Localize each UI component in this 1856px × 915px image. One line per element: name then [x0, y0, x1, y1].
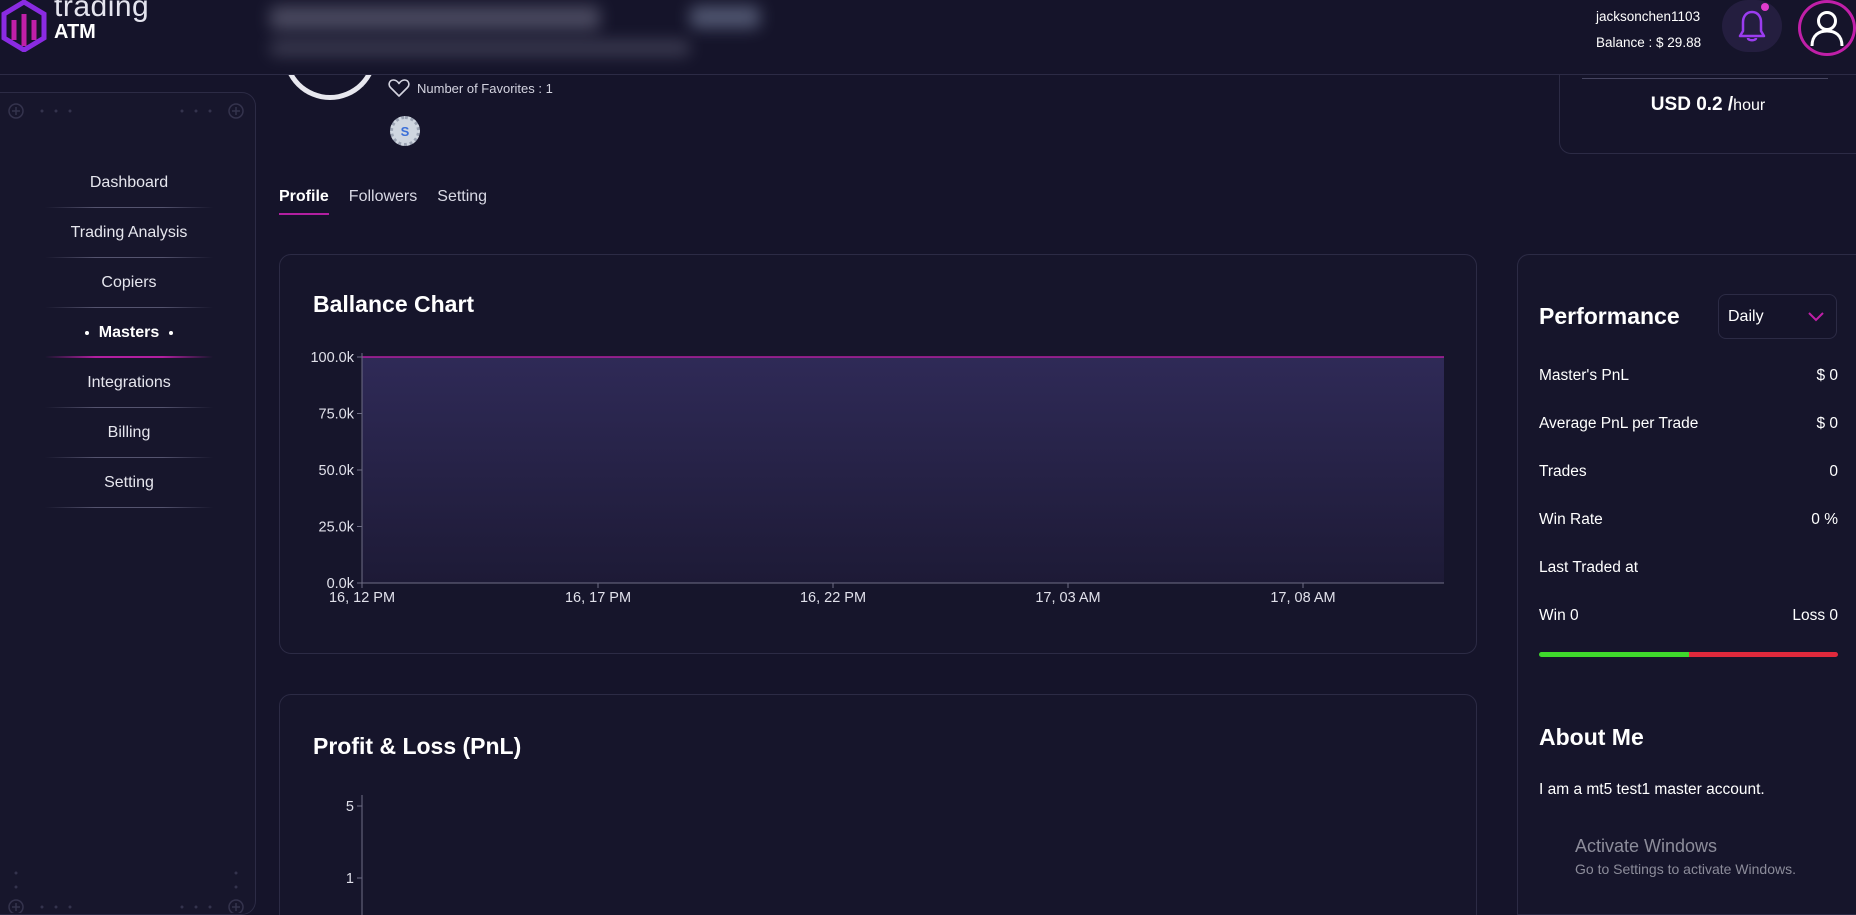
logo[interactable]: trading ATM: [0, 0, 149, 55]
balance-text: Balance : $ 29.88: [1596, 35, 1702, 50]
period-select-value: Daily: [1728, 307, 1764, 325]
sidebar-item-label: Setting: [104, 474, 154, 491]
watermark-line2: Go to Settings to activate Windows.: [1575, 861, 1796, 877]
watermark-line1: Activate Windows: [1575, 836, 1718, 856]
sidebar-item-label: Copiers: [101, 274, 157, 291]
y-tick-label: 75.0k: [319, 407, 355, 423]
about-title: About Me: [1539, 724, 1644, 750]
balance-chart: 0.0k25.0k50.0k75.0k100.0k16, 12 PM 16, 17…: [310, 350, 1444, 606]
loss-count: Loss 0: [1792, 607, 1838, 624]
profile-tabs: Profile Followers Setting: [279, 188, 487, 215]
username: jacksonchen1103: [1596, 9, 1701, 24]
heart-icon: [388, 79, 410, 97]
logo-mark-icon: [1, 0, 47, 52]
pnl-chart: 51: [346, 795, 363, 915]
period-select[interactable]: Daily: [1718, 294, 1837, 339]
notifications-button[interactable]: [1722, 0, 1782, 52]
y-tick-label: 25.0k: [319, 520, 355, 536]
about-text: I am a mt5 test1 master account.: [1539, 781, 1765, 798]
favorites-count[interactable]: Number of Favorites : 1: [388, 78, 553, 98]
x-tick-label: 16, 22 PM: [800, 590, 866, 606]
stat-last-traded: Last Traded at: [1539, 559, 1838, 577]
y-tick-label: 1: [346, 871, 354, 887]
notification-dot: [1761, 3, 1769, 11]
stat-value: 0: [1829, 463, 1838, 480]
balance-chart-card: Ballance Chart 0.0k 25.0k 50.0k 75.0k 100.0k…: [279, 254, 1477, 654]
stat-label: Master's PnL: [1539, 367, 1629, 384]
x-tick-label: 17, 03 AM: [1035, 590, 1100, 606]
s-badge-icon: S: [390, 116, 420, 146]
user-info[interactable]: jacksonchen1103 Balance : $ 29.88: [1596, 4, 1701, 56]
stat-masters-pnl: Master's PnL $ 0: [1539, 367, 1838, 385]
sidebar-item-setting[interactable]: Setting: [45, 458, 213, 508]
active-dot-left: [84, 331, 89, 335]
sidebar-item-integrations[interactable]: Integrations: [45, 358, 213, 408]
win-count: Win 0: [1539, 607, 1579, 624]
performance-card: Performance Daily Master's PnL $ 0 Averag…: [1517, 254, 1856, 915]
x-tick-label: 17, 08 AM: [1270, 590, 1335, 606]
sidebar-item-label: Trading Analysis: [70, 224, 188, 241]
sidebar-item-dashboard[interactable]: Dashboard: [45, 158, 213, 208]
performance-title: Performance: [1539, 303, 1680, 329]
stat-average-pnl: Average PnL per Trade $ 0: [1539, 415, 1838, 433]
tab-profile[interactable]: Profile: [279, 188, 329, 215]
y-tick-label: 5: [346, 799, 354, 815]
tab-setting[interactable]: Setting: [437, 188, 487, 215]
chevron-down-icon: [1808, 311, 1824, 321]
sidebar: Dashboard Trading Analysis Copiers Maste…: [0, 92, 256, 915]
stat-win-loss: Win 0 Loss 0: [1539, 607, 1838, 625]
stat-label: Last Traded at: [1539, 559, 1639, 576]
tab-followers[interactable]: Followers: [349, 188, 417, 215]
rate-divider: [1582, 78, 1828, 79]
pnl-chart-card: Profit & Loss (PnL) 51: [279, 694, 1477, 915]
y-tick-label: 100.0k: [310, 350, 354, 366]
balance-chart-title: Ballance Chart: [313, 291, 475, 317]
sidebar-item-label: Masters: [98, 324, 160, 341]
blurred-subtitle: [270, 40, 690, 56]
pnl-chart-title: Profit & Loss (PnL): [313, 733, 522, 759]
win-loss-bar: [1539, 652, 1838, 657]
blurred-master-name: [270, 6, 600, 30]
y-tick-label: 50.0k: [319, 463, 355, 479]
windows-activation-watermark: Activate Windows Go to Settings to activ…: [1575, 836, 1796, 877]
sidebar-item-trading-analysis[interactable]: Trading Analysis: [45, 208, 213, 258]
stat-label: Average PnL per Trade: [1539, 415, 1699, 432]
sidebar-item-label: Dashboard: [89, 174, 169, 191]
favorites-label: Number of Favorites : 1: [417, 80, 553, 96]
x-tick-label: 16, 17 PM: [565, 590, 631, 606]
sidebar-item-label: Billing: [107, 424, 151, 441]
bell-icon: [1738, 10, 1766, 42]
logo-word-trading: trading: [54, 0, 150, 23]
logo-word-atm: ATM: [54, 21, 96, 43]
rate-amount: USD 0.2 /: [1650, 94, 1734, 115]
sidebar-item-billing[interactable]: Billing: [45, 408, 213, 458]
stat-trades: Trades 0: [1539, 463, 1838, 481]
rate-unit: hour: [1733, 97, 1766, 114]
rate-value: USD 0.2 /hour: [1560, 94, 1856, 116]
loss-segment: [1688, 652, 1838, 657]
sidebar-item-label: Integrations: [87, 374, 171, 391]
active-dot-right: [169, 331, 174, 335]
top-bar: trading ATM jacksonchen1103 Balance : $ …: [0, 0, 1856, 75]
stat-label: Win Rate: [1539, 511, 1603, 528]
sidebar-item-masters[interactable]: Masters: [45, 308, 213, 358]
stat-value: 0 %: [1811, 511, 1838, 528]
stat-label: Trades: [1539, 463, 1587, 480]
sidebar-nav: Dashboard Trading Analysis Copiers Maste…: [45, 158, 213, 508]
stat-value: $ 0: [1816, 367, 1838, 384]
stat-value: $ 0: [1816, 415, 1838, 432]
win-segment: [1539, 652, 1689, 657]
x-tick-label: 16, 12 PM: [329, 590, 395, 606]
avatar[interactable]: [1798, 0, 1856, 56]
badge-letter: S: [400, 123, 410, 139]
blurred-badge: [690, 6, 760, 28]
user-icon: [1810, 11, 1844, 47]
sidebar-item-copiers[interactable]: Copiers: [45, 258, 213, 308]
balance-area: [362, 357, 1444, 583]
stat-win-rate: Win Rate 0 %: [1539, 511, 1838, 529]
sidebar-bottom-decoration: [8, 871, 244, 913]
sidebar-top-decoration: [8, 103, 244, 119]
